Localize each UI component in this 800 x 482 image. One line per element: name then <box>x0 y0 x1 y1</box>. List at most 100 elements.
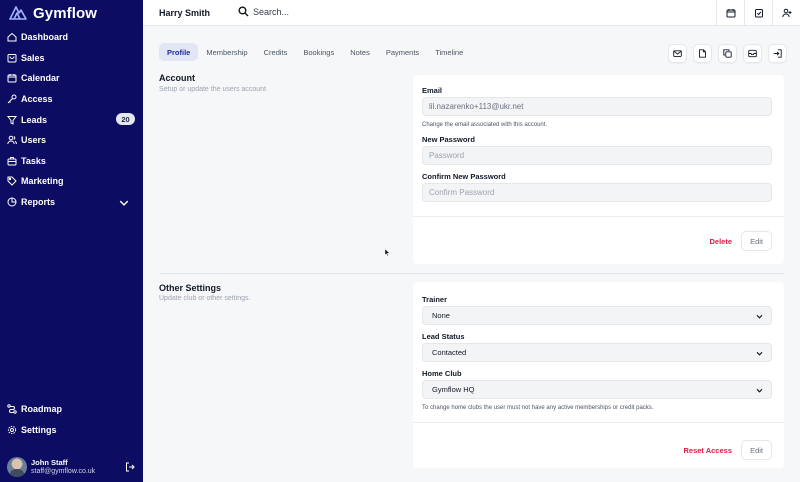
reset-access-button[interactable]: Reset Access <box>683 446 732 455</box>
sidebar-item-marketing[interactable]: Marketing <box>0 171 143 192</box>
document-icon <box>699 49 706 58</box>
sign-in-icon <box>773 49 782 58</box>
search-input[interactable] <box>253 6 373 17</box>
clipboard-check-icon <box>754 9 763 18</box>
copy-icon <box>723 49 732 58</box>
sidebar-item-label: Reports <box>21 197 56 208</box>
profile-tabs: Profile Membership Credits Bookings Note… <box>159 43 471 61</box>
calendar-icon <box>726 9 735 18</box>
other-settings-title: Other Settings <box>159 283 222 293</box>
gymflow-logo-icon <box>9 6 27 20</box>
user-name: John Staff <box>31 458 68 467</box>
sidebar-item-label: Tasks <box>21 155 46 166</box>
sidebar-item-settings[interactable]: Settings <box>0 420 143 441</box>
brand[interactable]: Gymflow <box>8 3 97 23</box>
message-button[interactable] <box>743 44 762 63</box>
tab-profile[interactable]: Profile <box>159 43 199 61</box>
account-card-footer: Delete Edit <box>413 216 784 264</box>
user-plus-icon <box>781 8 791 18</box>
account-card: Email Change the email associated with t… <box>413 75 784 264</box>
chevron-down-icon <box>756 351 763 356</box>
lead-status-select[interactable]: Contacted <box>422 343 772 362</box>
email-label: Email <box>422 86 443 95</box>
chevron-down-icon <box>756 314 763 319</box>
tab-notes[interactable]: Notes <box>342 43 378 61</box>
home-club-label: Home Club <box>422 369 462 378</box>
account-section-title: Account <box>159 73 195 83</box>
sidebar-item-label: Settings <box>21 424 57 435</box>
sidebar-item-access[interactable]: Access <box>0 89 143 110</box>
chevron-down-icon <box>756 388 763 393</box>
sidebar-item-label: Dashboard <box>21 32 69 43</box>
trainer-label: Trainer <box>422 295 448 304</box>
confirm-password-field[interactable] <box>422 183 772 202</box>
sidebar-item-users[interactable]: Users <box>0 130 143 151</box>
tab-payments[interactable]: Payments <box>378 43 427 61</box>
sidebar-item-roadmap[interactable]: Roadmap <box>0 399 143 420</box>
logout-icon[interactable] <box>125 462 135 472</box>
sidebar-item-calendar[interactable]: Calendar <box>0 68 143 89</box>
delete-button[interactable]: Delete <box>709 237 732 246</box>
brand-name: Gymflow <box>33 4 98 22</box>
sidebar-nav: Dashboard Sales Calendar Access Leads 20… <box>0 27 143 212</box>
trainer-value: None <box>432 311 450 320</box>
other-settings-subtitle: Update club or other settings. <box>159 295 251 302</box>
current-user: John Staff staff@gymflow.co.uk <box>7 456 137 478</box>
sidebar-item-leads[interactable]: Leads 20 <box>0 109 143 130</box>
home-club-help-text: To change home clubs the user must not h… <box>422 405 654 411</box>
sidebar-item-reports[interactable]: Reports <box>0 192 143 213</box>
document-button[interactable] <box>693 44 712 63</box>
calendar-icon <box>7 74 17 83</box>
chevron-down-icon[interactable] <box>119 198 129 208</box>
calendar-button[interactable] <box>716 0 744 26</box>
lead-status-label: Lead Status <box>422 332 465 341</box>
sidebar-item-label: Users <box>21 135 47 146</box>
funnel-icon <box>7 115 17 125</box>
email-help-text: Change the email associated with this ac… <box>422 122 548 128</box>
check-in-button[interactable] <box>768 44 787 63</box>
home-club-select[interactable]: Gymflow HQ <box>422 380 772 399</box>
trainer-select[interactable]: None <box>422 306 772 325</box>
confirm-password-label: Confirm New Password <box>422 172 506 181</box>
add-user-button[interactable] <box>772 0 800 26</box>
sidebar-item-dashboard[interactable]: Dashboard <box>0 27 143 48</box>
users-icon <box>7 135 17 145</box>
section-divider <box>159 273 784 274</box>
edit-account-button[interactable]: Edit <box>741 231 772 251</box>
mouse-cursor-icon <box>385 249 390 256</box>
new-password-field[interactable] <box>422 146 772 165</box>
tab-membership[interactable]: Membership <box>198 43 255 61</box>
tab-credits[interactable]: Credits <box>256 43 296 61</box>
home-club-value: Gymflow HQ <box>432 385 475 394</box>
sidebar: Gymflow Dashboard Sales Calendar Access … <box>0 0 143 482</box>
route-icon <box>7 404 17 414</box>
profile-actions <box>668 44 787 63</box>
sidebar-item-label: Leads <box>21 114 48 125</box>
search-icon <box>238 6 249 17</box>
mail-icon <box>673 50 682 57</box>
pie-icon <box>7 197 17 207</box>
home-icon <box>7 33 17 42</box>
sidebar-item-sales[interactable]: Sales <box>0 48 143 69</box>
topbar-actions <box>716 0 800 26</box>
cart-icon <box>7 53 17 63</box>
search[interactable] <box>238 6 373 17</box>
sidebar-item-tasks[interactable]: Tasks <box>0 151 143 172</box>
edit-settings-button[interactable]: Edit <box>741 440 772 460</box>
tab-timeline[interactable]: Timeline <box>427 43 471 61</box>
other-settings-footer: Reset Access Edit <box>413 422 784 468</box>
tab-bookings[interactable]: Bookings <box>295 43 342 61</box>
sidebar-item-label: Sales <box>21 52 45 63</box>
leads-count-badge: 20 <box>116 113 135 126</box>
sidebar-item-label: Roadmap <box>21 404 63 415</box>
account-section-subtitle: Setup or update the users account <box>159 86 267 93</box>
inbox-icon <box>748 49 757 58</box>
copy-button[interactable] <box>718 44 737 63</box>
briefcase-icon <box>7 156 17 166</box>
email-field[interactable] <box>422 97 772 116</box>
sidebar-item-label: Access <box>21 94 53 105</box>
topbar: Harry Smith <box>143 0 800 26</box>
avatar[interactable] <box>7 457 27 477</box>
send-email-button[interactable] <box>668 44 687 63</box>
tasks-button[interactable] <box>744 0 772 26</box>
